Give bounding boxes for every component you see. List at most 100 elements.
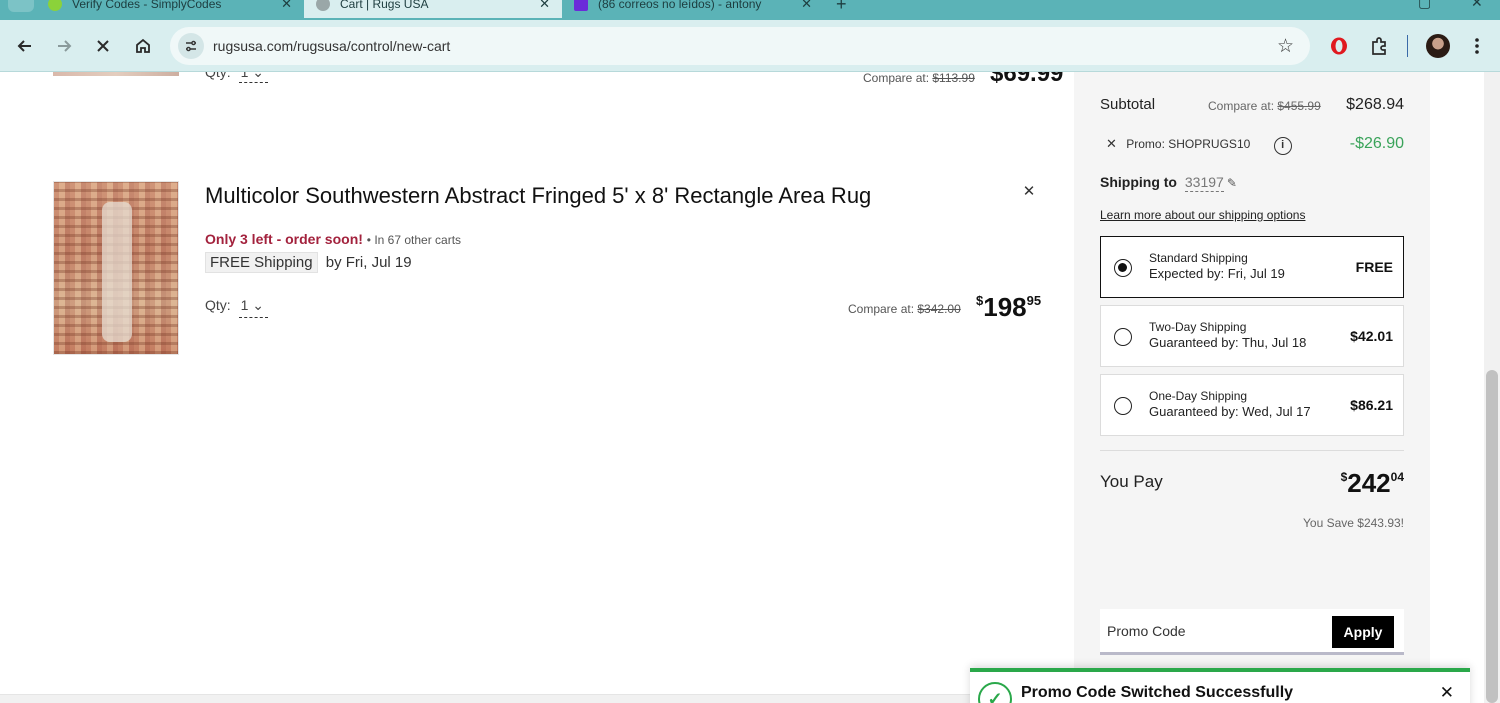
shipping-option-price: $86.21: [1350, 397, 1393, 413]
previous-item-qty[interactable]: Qty: 1 ⌄: [205, 72, 268, 83]
tab-close-icon[interactable]: ✕: [539, 0, 550, 12]
promo-code-form: Promo Code Apply: [1100, 609, 1404, 655]
compare-price: $342.00: [917, 302, 961, 316]
product-title[interactable]: Multicolor Southwestern Abstract Fringed…: [205, 183, 871, 209]
mail-favicon-icon: [574, 0, 588, 11]
page-footer-edge: [0, 694, 970, 703]
star-icon[interactable]: ☆: [1277, 35, 1294, 58]
previous-item-price: $69.99: [990, 72, 1064, 87]
subtotal-row: Subtotal Compare at: $455.99 $268.94: [1100, 96, 1404, 113]
url-text: rugsusa.com/rugsusa/control/new-cart: [213, 38, 451, 54]
shipping-option-standard[interactable]: Standard Shipping Expected by: Fri, Jul …: [1100, 236, 1404, 298]
price-main: 242: [1347, 468, 1391, 498]
qty-select[interactable]: 1 ⌄: [238, 72, 268, 83]
site-info-icon[interactable]: [178, 33, 204, 59]
zip-code-link[interactable]: 33197: [1184, 174, 1224, 192]
check-circle-icon: ✓: [978, 682, 1012, 703]
shipping-option-price: $42.01: [1350, 328, 1393, 344]
forward-icon[interactable]: [52, 34, 76, 58]
remove-promo-icon[interactable]: ✕: [1106, 136, 1117, 151]
subtotal-compare: Compare at: $455.99: [1208, 99, 1321, 113]
remove-item-icon[interactable]: ✕: [1018, 180, 1040, 202]
shipping-option-price: FREE: [1355, 259, 1393, 275]
shipping-option-date: Expected by: Fri, Jul 19: [1149, 266, 1285, 281]
carts-count-note: • In 67 other carts: [366, 233, 462, 247]
price-symbol: $: [1340, 470, 1348, 484]
info-icon[interactable]: i: [1273, 137, 1292, 155]
scrollbar-thumb[interactable]: [1486, 370, 1498, 703]
stop-icon[interactable]: [91, 34, 115, 58]
tab-label: Cart | Rugs USA: [340, 0, 429, 11]
compare-label: Compare at:: [863, 72, 930, 85]
shipping-info: FREE Shipping by Fri, Jul 19: [205, 252, 412, 273]
compare-price: $113.99: [932, 72, 975, 85]
shipping-option-date: Guaranteed by: Wed, Jul 17: [1149, 404, 1311, 419]
promo-discount: -$26.90: [1349, 135, 1404, 152]
delivery-date: by Fri, Jul 19: [325, 254, 412, 271]
shipping-option-name: One-Day Shipping: [1149, 389, 1248, 403]
extensions-icon[interactable]: [1367, 34, 1391, 58]
pencil-icon[interactable]: ✎: [1227, 176, 1237, 190]
promo-label: Promo: SHOPRUGS10: [1126, 137, 1251, 151]
item-compare: Compare at: $342.00: [848, 302, 961, 316]
qty-value: 1: [240, 72, 249, 80]
qty-select[interactable]: 1 ⌄: [238, 297, 268, 318]
price-cents: 04: [1390, 470, 1404, 484]
shipping-option-label: Standard Shipping Expected by: Fri, Jul …: [1149, 250, 1285, 282]
cart-page: Qty: 1 ⌄ Compare at: $113.99 $69.99 Mult…: [0, 72, 1500, 703]
toast-close-icon[interactable]: ✕: [1440, 683, 1454, 703]
profile-avatar[interactable]: [1426, 34, 1450, 58]
qty-label: Qty:: [205, 297, 231, 313]
checkout-buttons-edge: [1100, 72, 1404, 74]
compare-price: $455.99: [1277, 99, 1321, 113]
previous-item-compare: Compare at: $113.99: [863, 72, 975, 85]
shipping-option-label: Two-Day Shipping Guaranteed by: Thu, Jul…: [1149, 319, 1306, 351]
tab-search-button[interactable]: [8, 0, 34, 12]
tab-label: Verify Codes - SimplyCodes: [72, 0, 222, 11]
summary-divider: [1100, 450, 1404, 451]
simplycodes-favicon-icon: [48, 0, 62, 11]
low-stock-warning: Only 3 left - order soon!: [205, 231, 363, 247]
back-icon[interactable]: [13, 34, 37, 58]
tab-close-icon[interactable]: ✕: [801, 0, 812, 12]
you-save-text: You Save $243.93!: [1303, 516, 1404, 530]
item-price: $19895: [976, 292, 1041, 323]
opera-icon[interactable]: [1327, 34, 1351, 58]
price-symbol: $: [976, 293, 984, 308]
price-cents: 95: [1026, 293, 1042, 308]
toolbar-divider: [1407, 35, 1408, 57]
tab-simplycodes[interactable]: Verify Codes - SimplyCodes ✕: [36, 0, 304, 18]
shipping-option-name: Two-Day Shipping: [1149, 320, 1247, 334]
shipping-options-link[interactable]: Learn more about our shipping options: [1100, 208, 1305, 222]
tab-email[interactable]: (86 correos no leídos) - antony ✕: [562, 0, 824, 18]
shipping-option-two-day[interactable]: Two-Day Shipping Guaranteed by: Thu, Jul…: [1100, 305, 1404, 367]
you-pay-label: You Pay: [1100, 472, 1163, 491]
radio-selected[interactable]: [1114, 259, 1132, 277]
promo-code-input[interactable]: Promo Code: [1107, 623, 1186, 639]
shipping-option-name: Standard Shipping: [1149, 251, 1248, 265]
maximize-icon[interactable]: ▢: [1418, 0, 1431, 11]
shipping-to-row: Shipping to 33197 ✎: [1100, 174, 1237, 192]
radio-unselected[interactable]: [1114, 328, 1132, 346]
page-scrollbar[interactable]: [1484, 72, 1500, 703]
tab-rugs-usa-cart[interactable]: Cart | Rugs USA ✕: [304, 0, 562, 18]
previous-item-image[interactable]: [53, 72, 179, 76]
stock-status: Only 3 left - order soon! • In 67 other …: [205, 231, 461, 247]
new-tab-button[interactable]: +: [836, 0, 847, 15]
tab-strip: Verify Codes - SimplyCodes ✕ Cart | Rugs…: [0, 0, 1500, 20]
browser-toolbar: rugsusa.com/rugsusa/control/new-cart ☆: [0, 20, 1500, 72]
rug-product-image[interactable]: [53, 181, 179, 355]
item-qty: Qty: 1 ⌄: [205, 297, 268, 318]
radio-unselected[interactable]: [1114, 397, 1132, 415]
kebab-menu-icon[interactable]: [1465, 34, 1489, 58]
compare-label: Compare at:: [848, 302, 915, 316]
window-close-icon[interactable]: ✕: [1471, 0, 1483, 11]
qty-label: Qty:: [205, 72, 231, 80]
address-bar[interactable]: rugsusa.com/rugsusa/control/new-cart ☆: [170, 27, 1310, 65]
promo-row: ✕ Promo: SHOPRUGS10 i -$26.90: [1100, 135, 1404, 155]
compare-label: Compare at:: [1208, 99, 1275, 113]
shipping-option-one-day[interactable]: One-Day Shipping Guaranteed by: Wed, Jul…: [1100, 374, 1404, 436]
home-icon[interactable]: [131, 34, 155, 58]
tab-close-icon[interactable]: ✕: [281, 0, 292, 12]
apply-button[interactable]: Apply: [1332, 616, 1394, 648]
